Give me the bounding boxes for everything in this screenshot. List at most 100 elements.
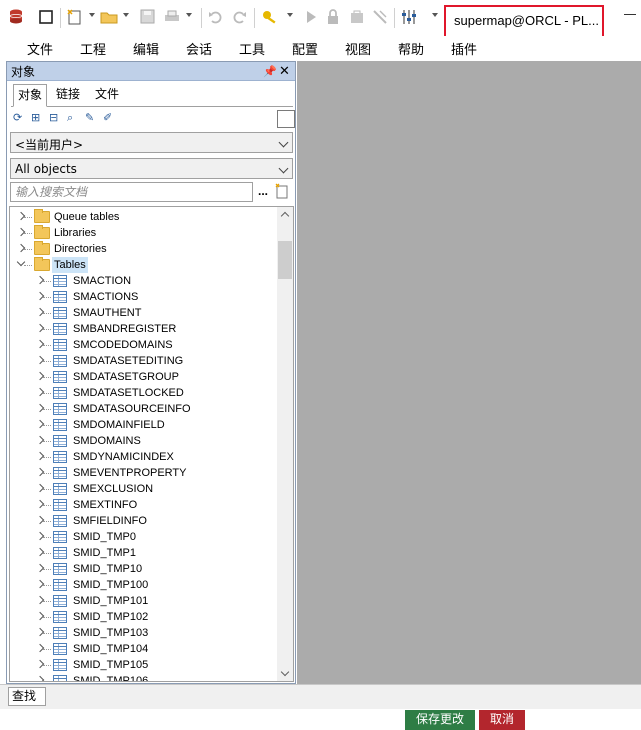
more-button[interactable]: ... [258,182,272,202]
scroll-thumb[interactable] [278,241,292,279]
connection-indicator[interactable]: supermap@ORCL - PL... [444,5,604,39]
save-icon[interactable] [139,8,157,26]
chevron-right-icon[interactable] [35,675,45,681]
table-row[interactable]: SMDOMAINS [10,433,276,449]
table-row[interactable]: SMCODEDOMAINS [10,337,276,353]
table-row[interactable]: SMID_TMP102 [10,609,276,625]
table-row[interactable]: SMEXCLUSION [10,481,276,497]
user-select[interactable]: <当前用户> [10,132,293,153]
find-tab[interactable]: 查找 [8,687,46,706]
undo-icon[interactable] [207,8,225,26]
collapse-icon[interactable]: ⊟ [49,112,61,124]
table-row[interactable]: SMID_TMP100 [10,577,276,593]
menu-file[interactable]: 文件 [27,39,53,58]
open-dropdown-icon[interactable] [123,13,129,17]
menu-edit[interactable]: 编辑 [133,39,159,58]
menu-help[interactable]: 帮助 [398,39,424,58]
save-changes-button[interactable]: 保存更改 [405,710,475,730]
table-row[interactable]: SMID_TMP101 [10,593,276,609]
chevron-right-icon[interactable] [35,323,45,333]
chevron-right-icon[interactable] [35,403,45,413]
find-icon[interactable]: ⌕ [67,112,79,124]
chevron-right-icon[interactable] [35,563,45,573]
key-dropdown-icon[interactable] [287,13,293,17]
table-row[interactable]: SMFIELDINFO [10,513,276,529]
chevron-right-icon[interactable] [35,627,45,637]
edit-filter-icon[interactable]: ✐ [103,112,115,124]
refresh-icon[interactable]: ⟳ [13,112,25,124]
tree-scrollbar[interactable] [277,207,293,681]
open-folder-icon[interactable] [100,8,118,26]
menu-view[interactable]: 视图 [345,39,371,58]
table-row[interactable]: SMEVENTPROPERTY [10,465,276,481]
execute-icon[interactable] [302,8,320,26]
table-row[interactable]: SMDATASETLOCKED [10,385,276,401]
tab-files[interactable]: 文件 [91,84,123,105]
chevron-right-icon[interactable] [35,387,45,397]
table-row[interactable]: SMDATASETEDITING [10,353,276,369]
filter-icon[interactable]: ✎ [85,112,97,124]
break-icon[interactable] [371,8,389,26]
chevron-right-icon[interactable] [35,595,45,605]
window-icon[interactable] [38,8,56,26]
table-row[interactable]: SMAUTHENT [10,305,276,321]
chevron-right-icon[interactable] [35,483,45,493]
table-row[interactable]: SMID_TMP106 [10,673,276,681]
new-dropdown-icon[interactable] [89,13,95,17]
chevron-right-icon[interactable] [35,643,45,653]
tab-connections[interactable]: 链接 [52,84,84,105]
scroll-down-icon[interactable] [280,667,290,677]
chevron-right-icon[interactable] [16,227,26,237]
chevron-right-icon[interactable] [16,243,26,253]
table-row[interactable]: SMID_TMP103 [10,625,276,641]
object-type-select[interactable]: All objects [10,158,293,179]
chevron-right-icon[interactable] [35,371,45,381]
chevron-right-icon[interactable] [35,547,45,557]
new-file-icon[interactable] [66,8,84,26]
table-row[interactable]: SMACTION [10,273,276,289]
close-icon[interactable]: ✕ [279,63,290,79]
chevron-right-icon[interactable] [35,339,45,349]
cancel-button[interactable]: 取消 [479,710,525,730]
chevron-right-icon[interactable] [35,275,45,285]
chevron-right-icon[interactable] [35,659,45,669]
redo-icon[interactable] [230,8,248,26]
chevron-right-icon[interactable] [35,435,45,445]
print-dropdown-icon[interactable] [186,13,192,17]
menu-tools[interactable]: 工具 [239,39,265,58]
preferences-icon[interactable] [400,8,418,26]
chevron-right-icon[interactable] [35,467,45,477]
chevron-right-icon[interactable] [35,355,45,365]
expand-icon[interactable]: ⊞ [31,112,43,124]
menu-plugins[interactable]: 插件 [451,39,477,58]
chevron-right-icon[interactable] [35,499,45,509]
toolbar-overflow-icon[interactable] [432,13,438,17]
chevron-right-icon[interactable] [35,531,45,541]
tab-objects[interactable]: 对象 [13,84,48,107]
commit-icon[interactable] [348,8,366,26]
chevron-right-icon[interactable] [35,419,45,429]
chevron-right-icon[interactable] [35,307,45,317]
table-row[interactable]: SMEXTINFO [10,497,276,513]
menu-session[interactable]: 会话 [186,39,212,58]
chevron-right-icon[interactable] [35,611,45,621]
table-row[interactable]: SMACTIONS [10,289,276,305]
tree-folder-row[interactable]: Queue tables [10,209,276,225]
table-row[interactable]: SMID_TMP104 [10,641,276,657]
database-icon[interactable] [8,8,26,26]
lock-icon[interactable] [324,8,342,26]
table-row[interactable]: SMID_TMP10 [10,561,276,577]
chevron-right-icon[interactable] [16,211,26,221]
search-input[interactable] [10,182,253,202]
scroll-up-icon[interactable] [280,211,290,221]
key-icon[interactable] [261,8,279,26]
table-row[interactable]: SMDOMAINFIELD [10,417,276,433]
chevron-right-icon[interactable] [35,451,45,461]
chevron-right-icon[interactable] [35,291,45,301]
filter-checkbox[interactable] [277,110,295,128]
table-row[interactable]: SMBANDREGISTER [10,321,276,337]
table-row[interactable]: SMDATASOURCEINFO [10,401,276,417]
tree-folder-row[interactable]: Tables [10,257,276,273]
table-row[interactable]: SMID_TMP0 [10,529,276,545]
menu-project[interactable]: 工程 [80,39,106,58]
